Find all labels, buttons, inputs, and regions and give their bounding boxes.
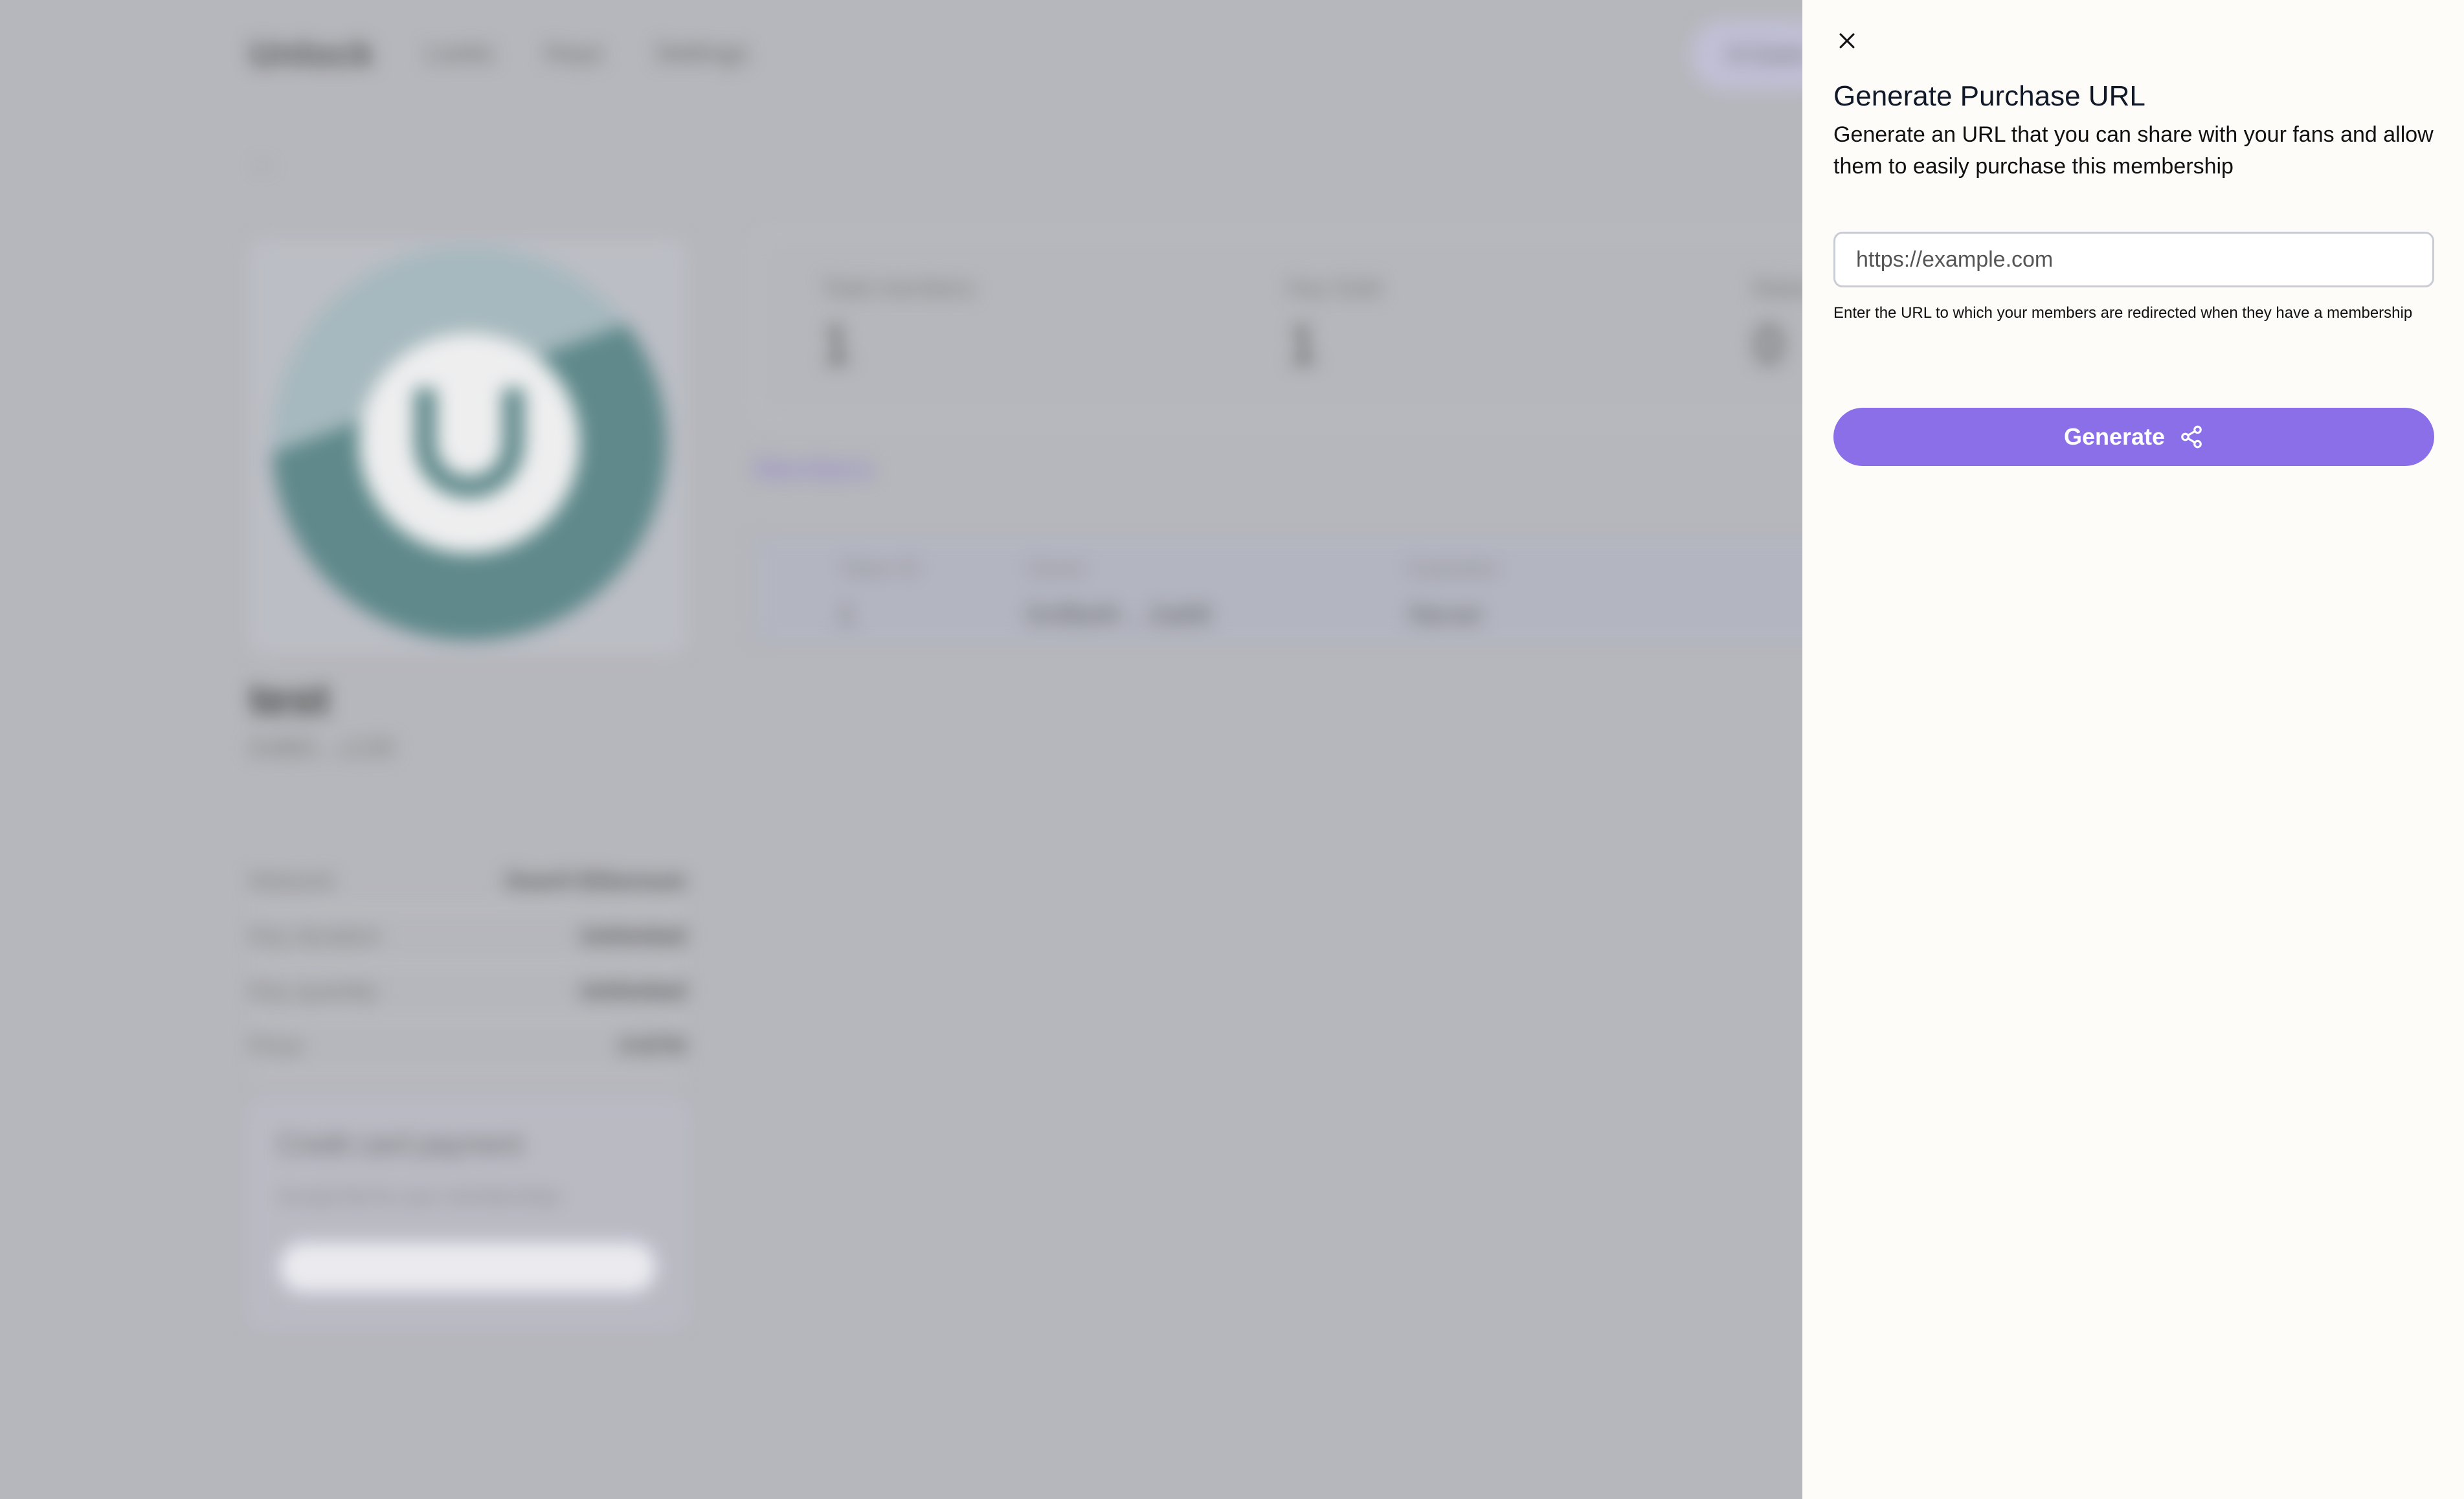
close-button[interactable] bbox=[1832, 26, 1862, 56]
redirect-url-input[interactable] bbox=[1833, 232, 2434, 287]
drawer-description: Generate an URL that you can share with … bbox=[1833, 122, 2434, 179]
generate-button[interactable]: Generate bbox=[1833, 408, 2434, 466]
close-icon bbox=[1839, 33, 1855, 49]
purchase-url-drawer bbox=[1802, 0, 2464, 1499]
generate-button-label: Generate bbox=[2063, 423, 2166, 450]
drawer-title: Generate Purchase URL bbox=[1833, 80, 2145, 112]
url-help-text: Enter the URL to which your members are … bbox=[1833, 304, 2413, 322]
share-icon bbox=[2181, 425, 2202, 449]
modal-backdrop[interactable] bbox=[0, 0, 1802, 1499]
